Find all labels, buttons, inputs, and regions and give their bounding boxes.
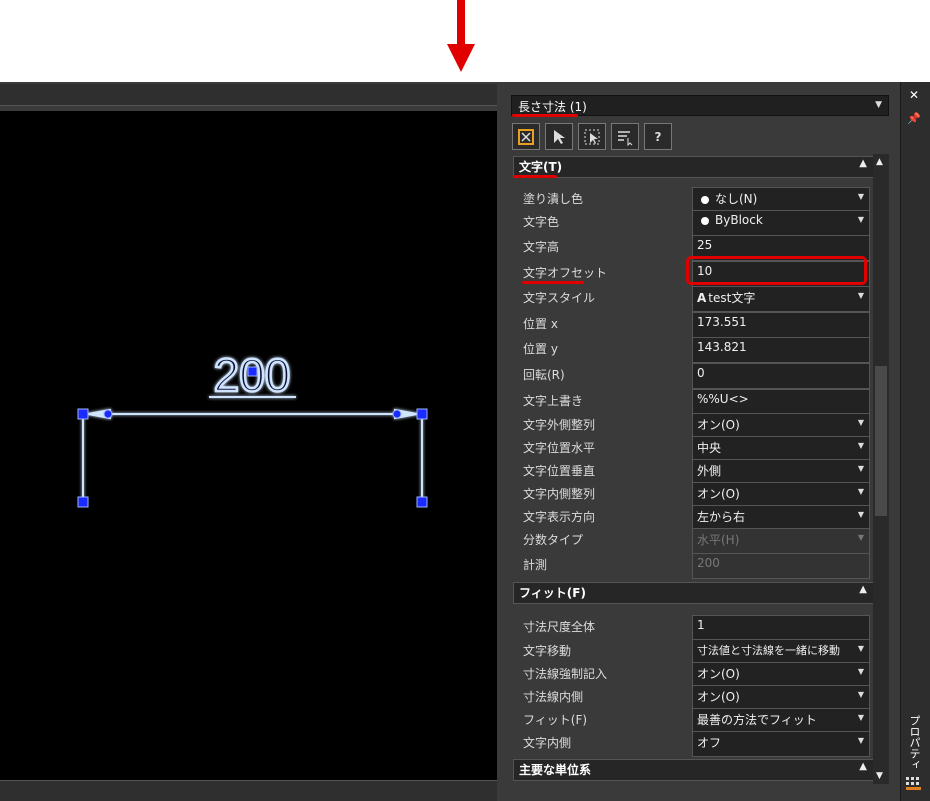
section-title-text: 文字(T) — [519, 160, 563, 174]
chevron-down-icon: ▼ — [857, 510, 864, 519]
chevron-down-icon: ▼ — [857, 713, 864, 722]
prop-value-position-x[interactable]: 173.551 — [692, 312, 870, 338]
collapse-up-icon: ▲ — [859, 158, 867, 169]
filter-icon — [618, 130, 633, 146]
prop-label-fraction-type: 分数タイプ — [523, 533, 584, 547]
prop-label-text-inside-align: 文字内側整列 — [523, 487, 596, 501]
select-objects-button[interactable] — [545, 123, 573, 150]
highlight-box-annotation — [686, 256, 867, 285]
prop-label-position-y: 位置 y — [523, 342, 558, 356]
underline-annotation-text-offset — [522, 281, 584, 284]
prop-label-text-style: 文字スタイル — [523, 291, 596, 305]
dimension-drawing: 200 — [77, 348, 428, 508]
drawing-canvas[interactable]: 200 — [0, 111, 497, 780]
chevron-down-icon: ▼ — [857, 464, 864, 473]
prop-value-fraction-type: 水平(H) ▼ — [692, 528, 870, 554]
chevron-down-icon: ▼ — [857, 487, 864, 496]
chevron-down-icon: ▼ — [857, 667, 864, 676]
section-title-fit: フィット(F) — [519, 586, 586, 600]
prop-label-dim-line-inside: 寸法線内側 — [523, 690, 584, 704]
palette-side-strip: ✕ 📌 — [900, 82, 930, 801]
cursor-arrow-icon — [554, 129, 565, 144]
underline-annotation-text-section — [513, 175, 557, 178]
scroll-up-icon[interactable]: ▲ — [876, 157, 883, 167]
object-type-value: 長さ寸法 (1) — [518, 100, 587, 114]
grip-arrow-left — [103, 409, 113, 419]
prop-label-text-pos-horizontal: 文字位置水平 — [523, 441, 596, 455]
color-swatch-icon — [701, 195, 709, 204]
prop-label-text-movement: 文字移動 — [523, 644, 572, 658]
chevron-down-icon: ▼ — [857, 533, 864, 542]
section-title-primary-units: 主要な単位系 — [519, 763, 592, 777]
grip-left-top — [77, 408, 89, 420]
chevron-down-icon: ▼ — [857, 215, 864, 224]
pin-icon[interactable]: 📌 — [907, 112, 921, 125]
drawing-status-bar — [0, 780, 497, 801]
pickadd-icon — [518, 128, 534, 145]
chevron-down-icon: ▼ — [875, 100, 882, 110]
chevron-down-icon: ▼ — [857, 418, 864, 427]
chevron-down-icon: ▼ — [857, 192, 864, 201]
prop-label-text-height: 文字高 — [523, 240, 560, 254]
prop-label-fill-color: 塗り潰し色 — [523, 192, 584, 206]
chevron-down-icon: ▼ — [857, 736, 864, 745]
grip-text — [247, 366, 258, 377]
grip-right-top — [416, 408, 428, 420]
prop-value-text-override[interactable]: %%U<> — [692, 389, 870, 415]
prop-label-position-x: 位置 x — [523, 317, 558, 331]
quick-select-button[interactable] — [578, 123, 606, 150]
prop-value-text-inside[interactable]: オフ ▼ — [692, 731, 870, 757]
prop-label-text-direction: 文字表示方向 — [523, 510, 596, 524]
prop-value-position-y[interactable]: 143.821 — [692, 337, 870, 363]
prop-value-text-style[interactable]: Atest文字 ▼ — [692, 286, 870, 312]
chevron-down-icon: ▼ — [857, 441, 864, 450]
prop-label-text-override: 文字上書き — [523, 394, 584, 408]
scrollbar-thumb[interactable] — [875, 366, 887, 516]
chevron-down-icon: ▼ — [857, 690, 864, 699]
prop-label-measurement: 計測 — [523, 558, 548, 572]
toggle-pickadd-button[interactable] — [512, 123, 540, 150]
prop-label-fit: フィット(F) — [523, 713, 588, 727]
scroll-down-icon[interactable]: ▼ — [876, 771, 883, 781]
underline-annotation-selector — [512, 114, 578, 117]
collapse-up-icon: ▲ — [859, 584, 867, 595]
collapse-up-icon: ▲ — [859, 761, 867, 772]
text-style-icon: A — [697, 291, 707, 305]
palette-grid-icon[interactable] — [905, 776, 923, 792]
prop-label-dim-scale: 寸法尺度全体 — [523, 620, 596, 634]
chevron-down-icon: ▼ — [855, 644, 864, 653]
filter-select-button[interactable] — [611, 123, 639, 150]
drawing-tab-bar — [0, 84, 497, 106]
section-header-text[interactable]: 文字(T) ▲ — [513, 156, 874, 178]
section-header-fit[interactable]: フィット(F) ▲ — [513, 582, 874, 604]
prop-value-measurement: 200 — [692, 553, 870, 579]
close-icon[interactable]: ✕ — [909, 88, 919, 102]
help-icon: ? — [654, 129, 662, 144]
chevron-down-icon: ▼ — [857, 291, 864, 300]
prop-label-text-offset: 文字オフセット — [523, 266, 608, 280]
prop-value-rotation[interactable]: 0 — [692, 363, 870, 389]
object-type-dropdown[interactable]: 長さ寸法 (1) ▼ — [511, 95, 889, 116]
section-header-primary-units[interactable]: 主要な単位系 ▲ — [513, 759, 874, 781]
prop-label-text-pos-vertical: 文字位置垂直 — [523, 464, 596, 478]
quick-select-icon — [584, 129, 600, 144]
help-button[interactable]: ? — [644, 123, 672, 150]
prop-label-rotation: 回転(R) — [523, 368, 565, 382]
properties-palette-tab[interactable]: プロパティ — [906, 715, 922, 770]
prop-label-text-color: 文字色 — [523, 215, 560, 229]
prop-value-dim-scale[interactable]: 1 — [692, 615, 870, 641]
prop-label-text-outside-align: 文字外側整列 — [523, 418, 596, 432]
grip-left-bottom — [77, 496, 89, 508]
red-arrow-annotation — [447, 0, 475, 72]
prop-value-text-color[interactable]: ByBlock ▼ — [692, 210, 870, 236]
grip-arrow-right — [392, 409, 402, 419]
prop-label-force-dim-line: 寸法線強制記入 — [523, 667, 608, 681]
prop-label-text-inside: 文字内側 — [523, 736, 572, 750]
grip-right-bottom — [416, 496, 428, 508]
color-swatch-icon — [701, 216, 709, 225]
